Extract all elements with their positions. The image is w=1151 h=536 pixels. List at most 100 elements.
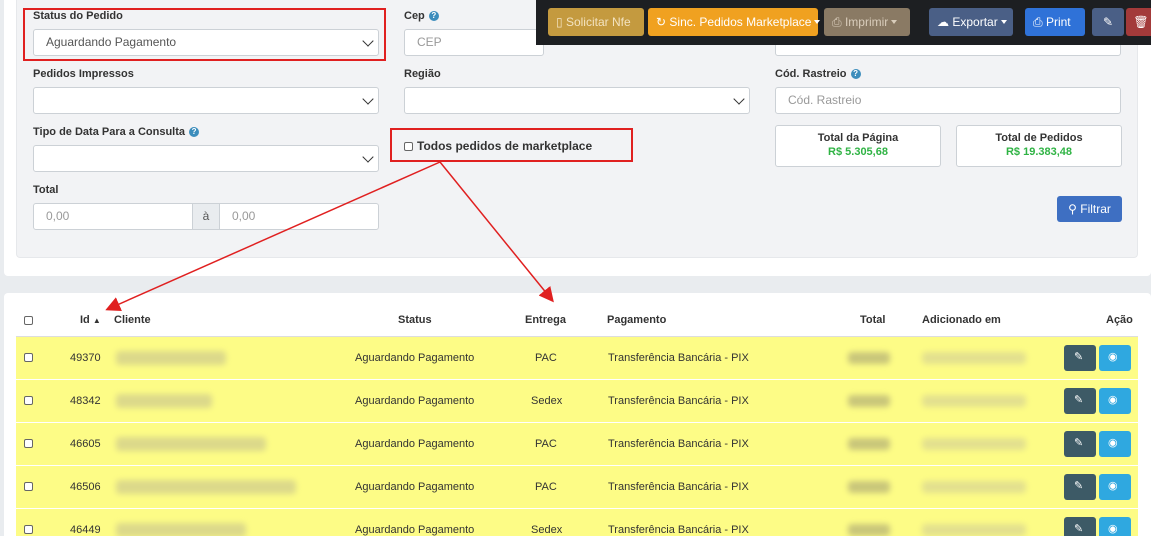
total-to-input[interactable]: 0,00 [219,203,379,230]
rastreio-input[interactable]: Cód. Rastreio [775,87,1121,114]
header-pagamento[interactable]: Pagamento [607,314,666,326]
header-entrega[interactable]: Entrega [525,314,566,326]
cloud-download-icon: ☁ [937,15,949,29]
tipo-data-select[interactable] [33,145,379,172]
row-view-button[interactable]: ◉ [1099,431,1131,457]
caret-down-icon [891,20,898,24]
imprimir-button[interactable]: ⎙ Imprimir [824,8,910,36]
rastreio-label: Cód. Rastreio? [775,68,861,80]
order-status: Aguardando Pagamento [355,438,475,450]
header-acao: Ação [1106,314,1133,326]
sinc-marketplace-button[interactable]: ↻ Sinc. Pedidos Marketplace [648,8,821,36]
table-row[interactable]: 48342 Aguardando Pagamento Sedex Transfe… [16,380,1138,423]
edit-icon: ✎ [1074,393,1084,406]
regiao-label: Região [404,68,441,80]
header-cliente[interactable]: Cliente [114,314,151,326]
order-id: 46449 [70,524,101,536]
sort-asc-icon: ▲ [92,316,101,325]
impressos-select[interactable] [33,87,379,114]
order-pagamento: Transferência Bancária - PIX [608,524,749,536]
table-row[interactable]: 49370 Aguardando Pagamento PAC Transferê… [16,337,1138,380]
marketplace-checkbox[interactable] [404,142,413,151]
eye-icon: ◉ [1108,350,1118,363]
row-edit-button[interactable]: ✎ [1064,388,1096,414]
row-view-button[interactable]: ◉ [1099,345,1131,371]
total-pedidos-label: Total de Pedidos [995,132,1083,144]
cep-input[interactable]: CEP [404,29,544,56]
search-icon: ⚲ [1068,202,1077,216]
total-pedidos-box: Total de Pedidos R$ 19.383,48 [956,125,1122,167]
header-total[interactable]: Total [860,314,885,326]
order-entrega: PAC [535,481,557,493]
row-edit-button[interactable]: ✎ [1064,431,1096,457]
edit-icon: ✎ [1074,522,1084,535]
header-adicionado[interactable]: Adicionado em [922,314,1001,326]
order-id: 48342 [70,395,101,407]
chevron-down-icon [729,88,749,113]
solicitar-nfe-button[interactable]: ▯ Solicitar Nfe [548,8,644,36]
select-all-checkbox[interactable] [24,316,33,325]
help-icon: ? [850,69,861,79]
redacted-cliente [116,437,266,451]
row-checkbox[interactable] [24,439,33,448]
order-id: 46605 [70,438,101,450]
tipo-data-label: Tipo de Data Para a Consulta? [33,126,200,138]
eye-icon: ◉ [1108,479,1118,492]
edit-icon: ✎ [1074,350,1084,363]
total-pedidos-value: R$ 19.383,48 [1005,146,1073,158]
edit-icon: ✎ [1102,15,1114,29]
order-entrega: Sedex [531,524,563,536]
row-edit-button[interactable]: ✎ [1064,474,1096,500]
order-pagamento: Transferência Bancária - PIX [608,481,749,493]
trash-icon: 🗑 [1133,15,1149,29]
filter-button[interactable]: ⚲ Filtrar [1057,196,1122,222]
row-checkbox[interactable] [24,353,33,362]
table-row[interactable]: 46449 Aguardando Pagamento Sedex Transfe… [16,509,1138,536]
row-checkbox[interactable] [24,525,33,534]
total-pagina-label: Total da Página [817,132,899,144]
total-label: Total [33,184,59,196]
total-from-input[interactable]: 0,00 [33,203,193,230]
redacted-total [848,395,890,407]
edit-button[interactable]: ✎ [1092,8,1124,36]
row-view-button[interactable]: ◉ [1099,388,1131,414]
printer-icon: ⎙ [832,15,842,29]
order-pagamento: Transferência Bancária - PIX [608,395,749,407]
eye-icon: ◉ [1108,436,1118,449]
order-pagamento: Transferência Bancária - PIX [608,438,749,450]
chevron-down-icon [358,88,378,113]
row-checkbox[interactable] [24,482,33,491]
impressos-label: Pedidos Impressos [33,68,134,80]
eye-icon: ◉ [1108,522,1118,535]
cep-label: Cep? [404,10,439,22]
redacted-cliente [116,480,296,494]
edit-icon: ✎ [1074,436,1084,449]
order-entrega: Sedex [531,395,563,407]
delete-button[interactable]: 🗑 [1126,8,1151,36]
order-status: Aguardando Pagamento [355,352,475,364]
edit-icon: ✎ [1074,479,1084,492]
row-view-button[interactable]: ◉ [1099,517,1131,536]
row-checkbox[interactable] [24,396,33,405]
header-id[interactable]: Id ▲ [80,314,101,326]
print-button[interactable]: ⎙ Print [1025,8,1085,36]
table-row[interactable]: 46506 Aguardando Pagamento PAC Transferê… [16,466,1138,509]
row-view-button[interactable]: ◉ [1099,474,1131,500]
help-icon: ? [189,127,200,137]
printer-icon: ⎙ [1033,15,1043,29]
exportar-button[interactable]: ☁ Exportar [929,8,1013,36]
redacted-cliente [116,394,212,408]
help-icon: ? [428,11,439,21]
row-edit-button[interactable]: ✎ [1064,345,1096,371]
table-row[interactable]: 46605 Aguardando Pagamento PAC Transferê… [16,423,1138,466]
row-edit-button[interactable]: ✎ [1064,517,1096,536]
eye-icon: ◉ [1108,393,1118,406]
redacted-total [848,524,890,536]
caret-down-icon [1000,20,1007,24]
redacted-total [848,438,890,450]
order-entrega: PAC [535,352,557,364]
total-pagina-box: Total da Página R$ 5.305,68 [775,125,941,167]
header-status[interactable]: Status [398,314,432,326]
regiao-select[interactable] [404,87,750,114]
order-status: Aguardando Pagamento [355,481,475,493]
